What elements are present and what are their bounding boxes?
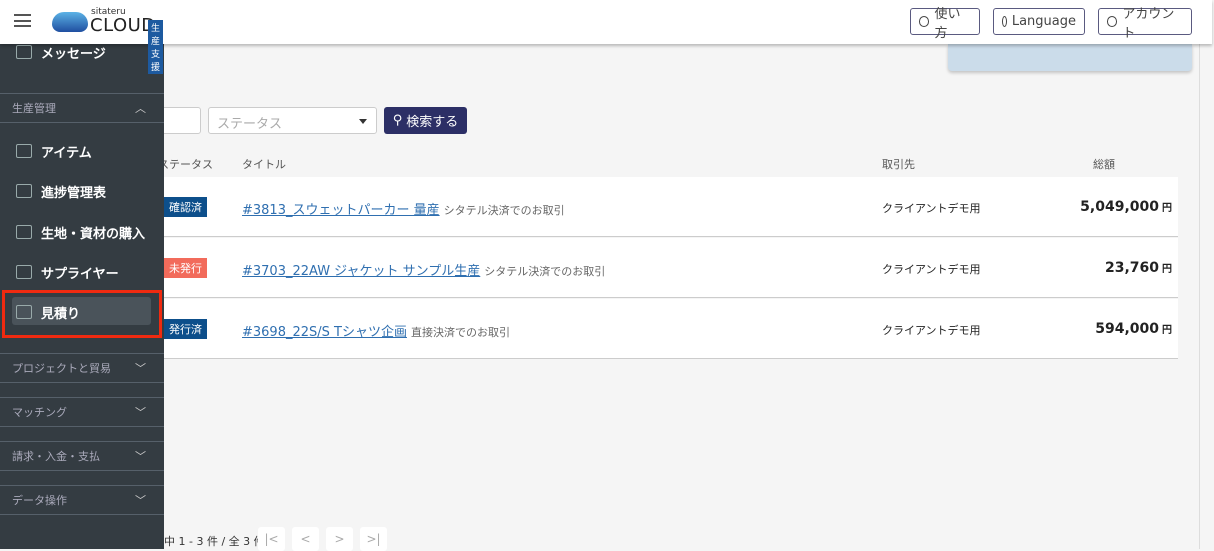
- chevron-down-icon: ﹀: [135, 406, 146, 419]
- sidebar-item-items[interactable]: アイテム: [0, 131, 164, 171]
- brand-tag: 生産支援: [148, 20, 164, 74]
- payment-note: 直接決済でのお取引: [410, 326, 510, 339]
- payment-note: シタテル決済でのお取引: [443, 204, 565, 217]
- header-title: タイトル: [242, 158, 286, 171]
- section-data[interactable]: データ操作 ﹀: [0, 485, 164, 515]
- table-row[interactable]: 未発行 #3703_22AW ジャケット サンプル生産 シタテル決済でのお取引 ク…: [164, 238, 1178, 298]
- quote-link[interactable]: #3703_22AW ジャケット サンプル生産: [242, 264, 480, 279]
- grid-icon: [16, 184, 32, 198]
- header-status: ステータス: [158, 158, 213, 171]
- amount: 23,760: [1104, 260, 1159, 276]
- section-label: 請求・入金・支払: [12, 450, 100, 463]
- status-badge: 未発行: [164, 258, 207, 278]
- caret-down-icon: [359, 119, 367, 124]
- user-icon: [1107, 16, 1118, 27]
- currency: 円: [1162, 264, 1172, 275]
- search-label: 検索する: [406, 115, 459, 130]
- sidebar-item-materials[interactable]: 生地・資材の購入: [0, 212, 164, 252]
- search-button[interactable]: ⚲ 検索する: [384, 107, 467, 134]
- chevron-down-icon: ﹀: [135, 362, 146, 375]
- table-row[interactable]: 発行済 #3698_22S/S Tシャツ企画 直接決済でのお取引 クライアントデモ…: [164, 299, 1178, 359]
- globe-icon: [1002, 16, 1007, 27]
- sidebar-item-label: サプライヤー: [41, 266, 119, 282]
- section-projects[interactable]: プロジェクトと貿易 ﹀: [0, 353, 164, 383]
- cloud-logo-icon: [52, 12, 88, 32]
- list-icon: [16, 144, 32, 158]
- amount: 594,000: [1095, 321, 1159, 337]
- currency: 円: [1162, 203, 1172, 214]
- question-icon: [919, 16, 930, 27]
- sidebar-item-suppliers[interactable]: サプライヤー: [0, 252, 164, 292]
- quote-link[interactable]: #3813_スウェットパーカー 量産: [242, 203, 440, 218]
- quote-icon: [16, 305, 32, 319]
- prev-page-button[interactable]: <: [292, 527, 319, 551]
- sidebar-item-progress[interactable]: 進捗管理表: [0, 171, 164, 211]
- section-label: 生産管理: [12, 102, 56, 115]
- section-label: マッチング: [12, 406, 67, 419]
- help-label: 使い方: [934, 6, 961, 41]
- book-icon: [16, 225, 32, 239]
- building-icon: [16, 265, 32, 279]
- message-icon: [16, 45, 32, 59]
- quote-link[interactable]: #3698_22S/S Tシャツ企画: [242, 325, 407, 340]
- section-production[interactable]: 生産管理 ︿: [0, 93, 164, 123]
- pagination-summary: 中 1 - 3 件 / 全 3 件: [164, 535, 265, 548]
- search-icon: ⚲: [392, 113, 403, 128]
- menu-icon[interactable]: [14, 14, 31, 27]
- client: クライアントデモ用: [882, 202, 981, 215]
- sidebar-item-label: 進捗管理表: [41, 185, 107, 201]
- status-badge: 発行済: [164, 319, 207, 339]
- table-row[interactable]: 確認済 #3813_スウェットパーカー 量産 シタテル決済でのお取引 クライアント…: [164, 177, 1178, 237]
- status-placeholder: ステータス: [217, 117, 283, 132]
- first-page-button[interactable]: |<: [258, 527, 285, 551]
- next-page-button[interactable]: >: [326, 527, 353, 551]
- account-button[interactable]: アカウント: [1098, 7, 1192, 41]
- section-label: データ操作: [12, 494, 67, 507]
- header-total: 総額: [1093, 158, 1115, 171]
- chevron-down-icon: ﹀: [135, 494, 146, 507]
- status-select[interactable]: ステータス: [208, 107, 377, 134]
- section-label: プロジェクトと貿易: [12, 362, 111, 375]
- scrollbar[interactable]: [1199, 44, 1200, 549]
- section-billing[interactable]: 請求・入金・支払 ﹀: [0, 441, 164, 471]
- sidebar: メッセージ 生産管理 ︿ アイテム 進捗管理表 生地・資材の購入 サプライヤー 見…: [0, 44, 164, 549]
- client: クライアントデモ用: [882, 324, 981, 337]
- section-matching[interactable]: マッチング ﹀: [0, 397, 164, 427]
- account-label: アカウント: [1122, 6, 1175, 41]
- dropdown-panel: [948, 44, 1192, 71]
- chevron-up-icon: ︿: [135, 102, 146, 115]
- header-client: 取引先: [882, 158, 915, 171]
- brand-name: CLOUD: [90, 15, 156, 36]
- help-button[interactable]: 使い方: [910, 7, 980, 41]
- sidebar-item-label: メッセージ: [41, 46, 106, 62]
- chevron-down-icon: ﹀: [135, 450, 146, 463]
- language-label: Language: [1011, 14, 1076, 29]
- amount: 5,049,000: [1080, 199, 1159, 215]
- last-page-button[interactable]: >|: [360, 527, 387, 551]
- language-button[interactable]: Language: [993, 8, 1085, 35]
- app-header: sitateru CLOUD 生産支援 使い方 Language アカウント: [0, 0, 1212, 74]
- status-badge: 確認済: [164, 197, 207, 217]
- client: クライアントデモ用: [882, 263, 981, 276]
- sidebar-item-quotes[interactable]: 見積り: [0, 292, 164, 332]
- sidebar-item-label: アイテム: [41, 145, 92, 161]
- payment-note: シタテル決済でのお取引: [484, 265, 606, 278]
- sidebar-item-label: 見積り: [41, 306, 81, 322]
- currency: 円: [1162, 325, 1172, 336]
- sidebar-item-label: 生地・資材の購入: [41, 226, 146, 242]
